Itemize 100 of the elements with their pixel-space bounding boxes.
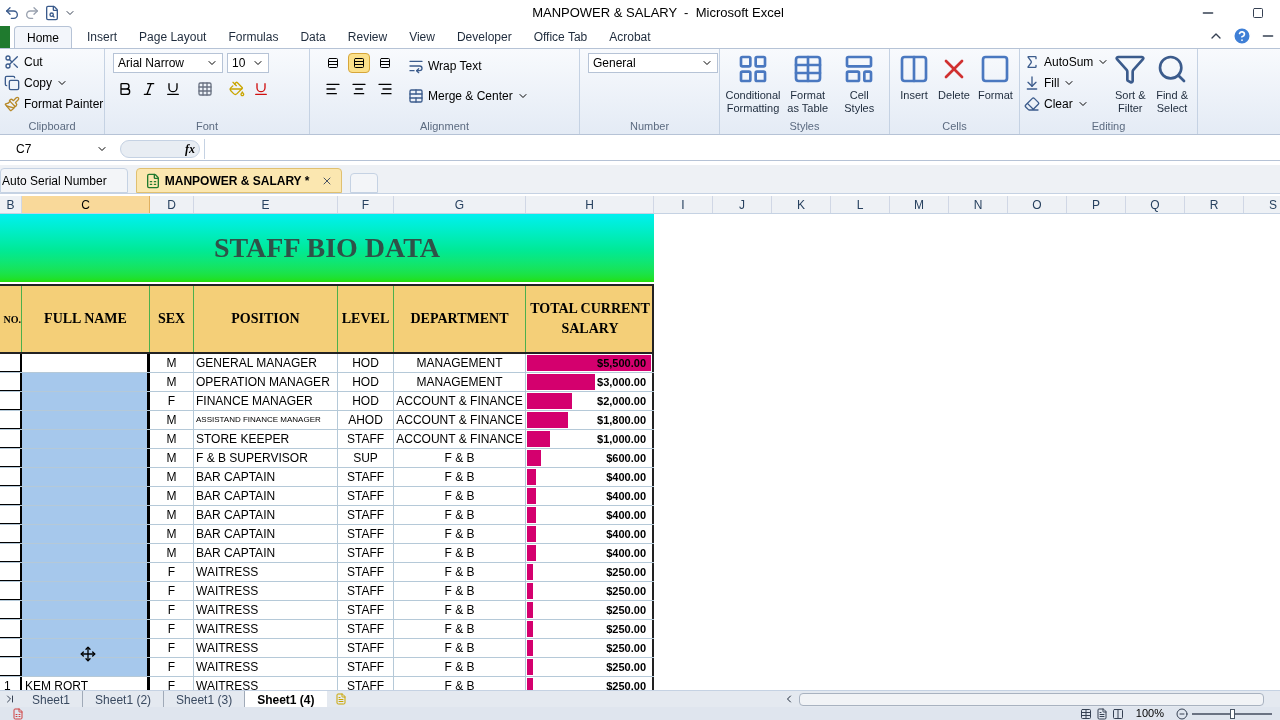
styles-button[interactable]: Cell Styles (833, 53, 885, 118)
ribbon-tab[interactable]: Home (14, 26, 72, 48)
column-header[interactable]: P (1067, 196, 1126, 213)
name-cell[interactable] (22, 563, 150, 581)
ribbon-tab[interactable]: Data (289, 26, 337, 48)
name-cell[interactable] (22, 525, 150, 543)
insert-function-button[interactable]: fx (185, 139, 195, 158)
horizontal-scrollbar[interactable] (799, 692, 1264, 706)
undo-icon[interactable] (4, 4, 20, 21)
column-header[interactable]: H (526, 196, 654, 213)
zoom-slider-thumb[interactable] (1229, 708, 1235, 719)
name-cell[interactable] (22, 392, 150, 410)
name-cell[interactable] (22, 449, 150, 467)
ribbon-tab[interactable]: Developer (445, 26, 523, 48)
ribbon-tab[interactable]: Insert (76, 26, 129, 48)
merge-icon (408, 88, 424, 104)
ribbon-tab[interactable]: View (398, 26, 446, 48)
column-header[interactable]: M (890, 196, 949, 213)
sheet-tab[interactable]: Sheet1 (4) (245, 690, 327, 708)
column-header[interactable]: Q (1126, 196, 1185, 213)
editing-button[interactable]: AutoSum (1024, 53, 1110, 71)
editing-button[interactable]: Clear (1024, 95, 1110, 113)
name-cell[interactable] (22, 411, 150, 429)
workbook-tab[interactable]: MANPOWER & SALARY * (135, 168, 343, 193)
name-cell[interactable] (22, 468, 150, 486)
normal-view-icon[interactable] (1079, 707, 1092, 720)
name-cell[interactable] (22, 582, 150, 600)
name-cell[interactable] (22, 544, 150, 562)
column-header[interactable]: J (713, 196, 772, 213)
name-cell[interactable] (22, 487, 150, 505)
column-header[interactable]: S (1244, 196, 1280, 213)
name-cell[interactable] (22, 620, 150, 638)
editing-button[interactable]: Sort & Filter (1109, 53, 1152, 118)
cells-button[interactable]: Format (974, 53, 1017, 118)
align-icon[interactable] (351, 81, 367, 97)
ribbon-tab[interactable]: Page Layout (128, 26, 218, 48)
column-header[interactable]: O (1008, 196, 1067, 213)
italic-icon[interactable] (141, 81, 157, 97)
column-header[interactable]: I (654, 196, 713, 213)
workbook-tab[interactable]: Auto Serial Number (0, 168, 128, 193)
name-cell[interactable]: KEM RORT (22, 677, 150, 690)
salary-cell-text: $250.00 (606, 602, 646, 618)
page-layout-icon[interactable] (1095, 707, 1108, 720)
table-cell-text: STAFF (346, 640, 385, 657)
ribbon-tab[interactable]: Acrobat (598, 26, 662, 48)
zoom-level[interactable]: 100% (1135, 707, 1164, 720)
editing-button[interactable]: Find & Select (1151, 53, 1193, 118)
name-cell[interactable] (22, 639, 150, 657)
column-header[interactable]: D (150, 196, 194, 213)
fill-color-icon[interactable] (229, 81, 245, 97)
restore-icon[interactable] (1252, 6, 1264, 19)
page-break-icon[interactable] (1111, 707, 1124, 720)
zoom-out-icon[interactable] (1176, 707, 1188, 720)
print-preview-icon[interactable] (44, 4, 60, 21)
font-family-dropdown[interactable]: Arial Narrow (113, 53, 223, 73)
name-cell[interactable] (22, 658, 150, 676)
cells-button[interactable]: Delete (934, 53, 974, 118)
table-cell-text: M (166, 412, 177, 429)
styles-button[interactable]: Format as Table (782, 53, 834, 118)
styles-button[interactable]: Conditional Formatting (724, 53, 782, 118)
column-header[interactable]: F (338, 196, 394, 213)
wrap-text-button[interactable]: Wrap Text (408, 57, 529, 75)
column-header[interactable]: C (22, 196, 150, 213)
name-cell[interactable] (22, 601, 150, 619)
column-header[interactable]: G (394, 196, 526, 213)
bold-icon[interactable] (117, 81, 133, 97)
cells-button[interactable]: Insert (894, 53, 934, 118)
font-size-dropdown[interactable]: 10 (227, 53, 269, 73)
help-icon[interactable] (1232, 26, 1252, 46)
align-icon[interactable] (377, 81, 393, 97)
name-cell[interactable] (22, 430, 150, 448)
column-heading: DEPARTMENT (410, 310, 509, 328)
column-header[interactable]: R (1185, 196, 1244, 213)
cut-button[interactable]: Cut (4, 53, 104, 71)
column-header[interactable]: L (831, 196, 890, 213)
name-box[interactable]: C7 (0, 138, 112, 159)
name-cell[interactable] (22, 506, 150, 524)
underline-icon[interactable] (165, 81, 181, 97)
align-icon[interactable] (325, 81, 341, 97)
ribbon-tab[interactable]: Office Tab (522, 26, 599, 48)
last-sheet-icon[interactable] (4, 693, 16, 705)
format-painter-button[interactable]: Format Painter (4, 95, 104, 113)
table-cell-text: F (167, 678, 176, 690)
font-color-icon[interactable] (253, 81, 269, 97)
column-header[interactable]: K (772, 196, 831, 213)
window-title: MANPOWER & SALARY - Microsoft Excel (531, 3, 785, 22)
merge-center-button[interactable]: Merge & Center (408, 87, 529, 105)
column-header[interactable]: E (194, 196, 338, 213)
table-cell-text: STAFF (346, 564, 385, 581)
copy-button[interactable]: Copy (4, 74, 104, 92)
name-cell[interactable] (22, 373, 150, 391)
ribbon-tab[interactable]: Review (336, 26, 399, 48)
editing-button[interactable]: Fill (1024, 74, 1110, 92)
table-cell-text: WAITRESS (196, 678, 259, 690)
column-header[interactable]: N (949, 196, 1008, 213)
borders-icon[interactable] (197, 81, 213, 97)
column-heading: SEX (157, 310, 186, 328)
vertical-align-button[interactable] (348, 53, 370, 73)
ribbon-tab[interactable]: Formulas (217, 26, 290, 48)
number-format-dropdown[interactable]: General (588, 53, 718, 73)
